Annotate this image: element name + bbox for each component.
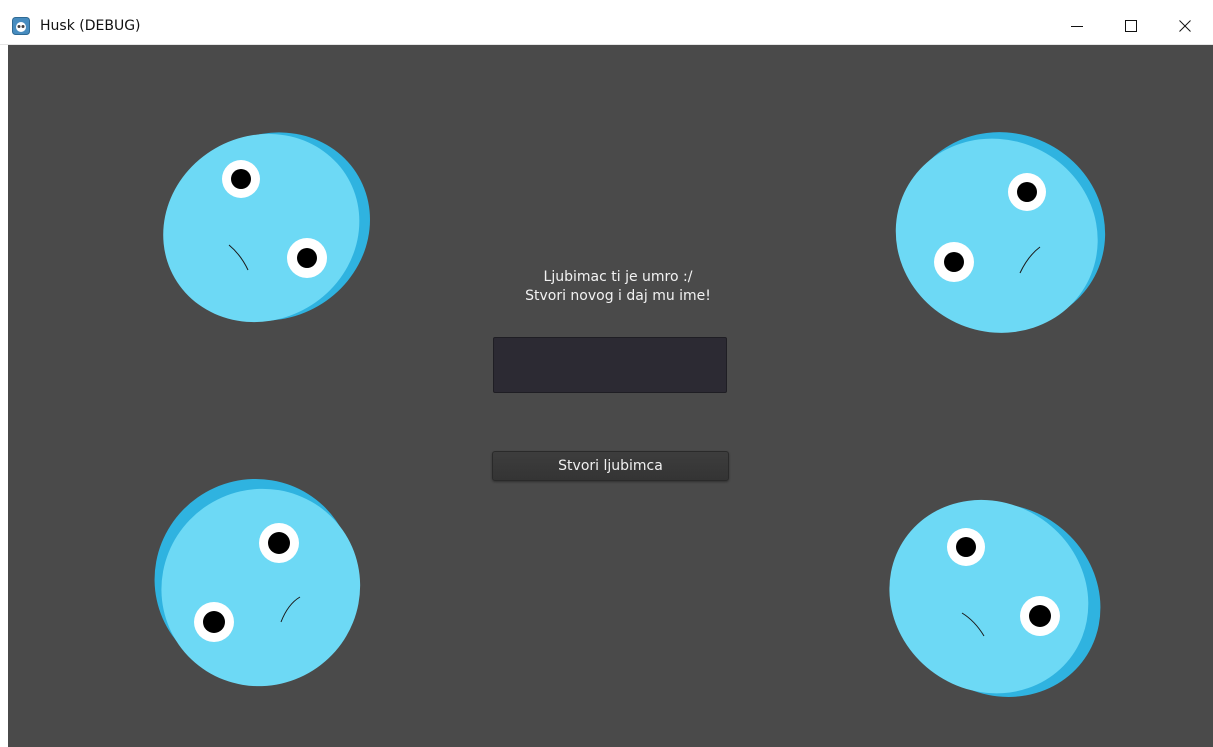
game-viewport: Ljubimac ti je umro :/ Stvori novog i da… bbox=[8, 45, 1213, 747]
close-icon bbox=[1179, 20, 1191, 32]
pet-name-input[interactable] bbox=[493, 337, 727, 393]
sad-pet-bottom-right bbox=[889, 499, 1101, 697]
create-pet-button[interactable]: Stvori ljubimca bbox=[492, 451, 729, 481]
close-button[interactable] bbox=[1162, 8, 1208, 44]
sad-pet-top-left bbox=[163, 132, 370, 323]
maximize-icon bbox=[1125, 20, 1137, 32]
sad-pet-top-right bbox=[895, 132, 1106, 333]
create-pet-button-label: Stvori ljubimca bbox=[558, 458, 663, 474]
pet-died-message: Ljubimac ti je umro :/ Stvori novog i da… bbox=[448, 268, 788, 306]
message-line-2: Stvori novog i daj mu ime! bbox=[525, 288, 711, 304]
godot-app-icon bbox=[12, 17, 30, 35]
title-bar[interactable]: Husk (DEBUG) bbox=[0, 8, 1213, 45]
minimize-button[interactable] bbox=[1054, 8, 1100, 44]
minimize-icon bbox=[1071, 26, 1083, 27]
window-title: Husk (DEBUG) bbox=[40, 18, 141, 34]
app-window: Husk (DEBUG) Ljubimac ti je umro:/ Stvo… bbox=[0, 0, 1213, 747]
sad-pet-bottom-left bbox=[154, 478, 361, 687]
message-line-1: Ljubimac ti je umro :/ bbox=[543, 269, 693, 285]
maximize-button[interactable] bbox=[1108, 8, 1154, 44]
